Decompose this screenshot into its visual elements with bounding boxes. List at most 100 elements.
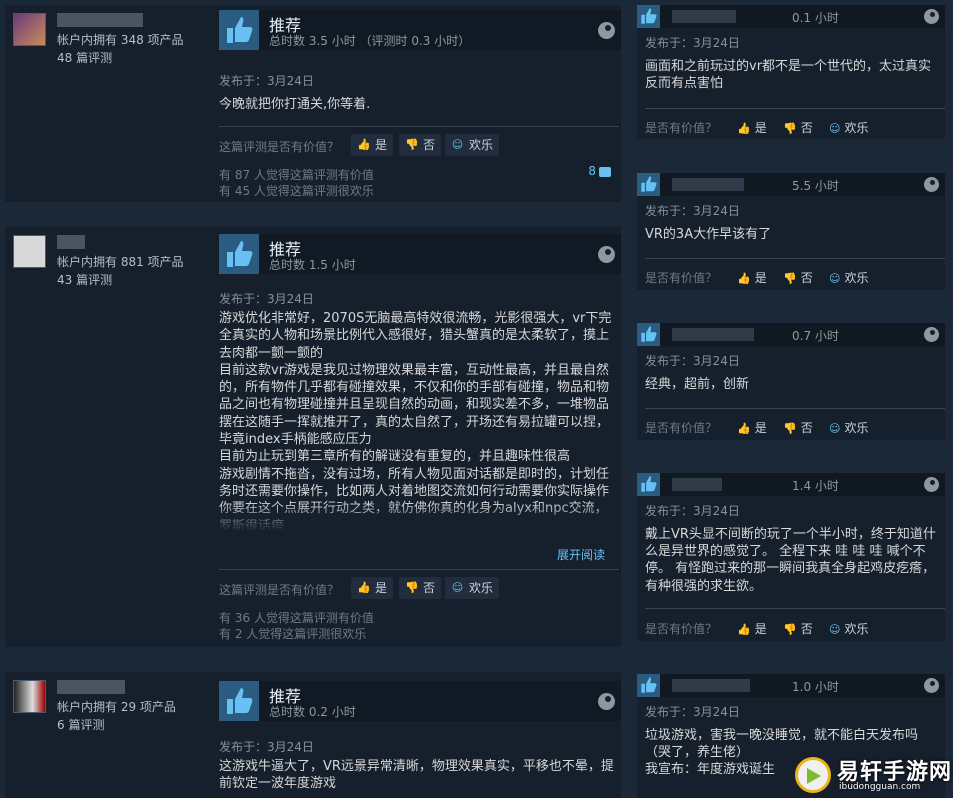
avatar[interactable] (13, 235, 46, 268)
review-count[interactable]: 43 篇评测 (57, 271, 112, 288)
steam-icon (924, 177, 939, 192)
username-redacted[interactable] (672, 679, 750, 692)
vote-no-button[interactable]: 👎 否 (783, 620, 813, 637)
avatar[interactable] (13, 13, 46, 46)
vote-funny-button[interactable]: ☺ 欢乐 (829, 119, 868, 136)
thumbs-down-icon: 👎 (783, 122, 797, 135)
read-more-link[interactable]: 展开阅读 (557, 546, 605, 563)
thumbs-up-icon (637, 473, 660, 496)
side-review-header: 1.4 小时 (637, 473, 945, 496)
review-text: VR的3A大作早该有了 (645, 227, 772, 242)
thumbs-up-icon (637, 323, 660, 346)
side-review-header: 0.1 小时 (637, 5, 945, 28)
posted-date: 发布于：3月24日 (645, 705, 740, 719)
playtime: 总时数 0.2 小时 (269, 705, 356, 719)
username-redacted[interactable] (672, 10, 736, 23)
avatar[interactable] (13, 680, 46, 713)
vote-funny-button[interactable]: ☺ 欢乐 (445, 134, 500, 156)
vote-no-button[interactable]: 👎 否 (399, 134, 442, 156)
posted-date: 发布于：3月24日 (645, 36, 740, 50)
vote-funny-button[interactable]: ☺ 欢乐 (829, 620, 868, 637)
review-text: 这游戏牛逼大了，VR远景异常清晰，物理效果真实，平移也不晕，提前钦定一波年度游戏 (219, 759, 614, 792)
vote-no-button[interactable]: 👎 否 (399, 577, 442, 599)
vote-no-button[interactable]: 👎 否 (783, 419, 813, 436)
helpful-count: 有 36 人觉得这篇评测有价值 (219, 611, 374, 625)
watermark-url: ibudongguan.com (839, 782, 921, 792)
thumbs-up-icon: 👍 (737, 623, 751, 636)
thumbs-down-icon: 👎 (405, 138, 419, 151)
vote-yes-button[interactable]: 👍 是 (351, 577, 394, 599)
thumbs-up-icon: 👍 (737, 422, 751, 435)
vote-yes-button[interactable]: 👍 是 (351, 134, 394, 156)
review-count[interactable]: 6 篇评测 (57, 716, 104, 733)
posted-date: 发布于：3月24日 (219, 292, 314, 306)
playtime: 0.1 小时 (792, 11, 839, 25)
thumbs-down-icon: 👎 (783, 272, 797, 285)
review-header: 推荐 总时数 3.5 小时 （评测时 0.3 小时） (219, 10, 621, 50)
products-owned[interactable]: 帐户内拥有 881 项产品 (57, 253, 184, 270)
comment-icon (599, 166, 611, 177)
vote-yes-button[interactable]: 👍 是 (737, 620, 767, 637)
helpful-question: 是否有价值？ (645, 271, 718, 285)
review-card: 帐户内拥有 881 项产品 43 篇评测 推荐 总时数 1.5 小时 发布于：3… (5, 227, 621, 647)
helpful-count: 有 87 人觉得这篇评测有价值 (219, 168, 374, 182)
thumbs-down-icon: 👎 (783, 623, 797, 636)
steam-icon (924, 678, 939, 693)
thumbs-up-icon (219, 234, 259, 274)
side-review-card: 0.7 小时 发布于：3月24日 经典，超前，创新 是否有价值？ 👍 是 👎 否 ☺… (637, 323, 945, 440)
thumbs-up-icon: 👍 (737, 122, 751, 135)
playtime: 总时数 1.5 小时 (269, 258, 356, 272)
username-redacted[interactable] (672, 328, 754, 341)
vote-yes-button[interactable]: 👍 是 (737, 269, 767, 286)
steam-icon (924, 477, 939, 492)
smiley-icon: ☺ (829, 122, 841, 135)
side-review-card: 1.4 小时 发布于：3月24日 戴上VR头显不间断的玩了一个半小时，终于知道什… (637, 473, 945, 641)
playtime: 5.5 小时 (792, 179, 839, 193)
steam-icon (924, 9, 939, 24)
review-text: 游戏优化非常好，2070S无脑最高特效很流畅，光影很强大，vr下完全真实的人物和… (219, 311, 612, 530)
divider (645, 608, 945, 609)
playtime: 1.4 小时 (792, 479, 839, 493)
products-owned[interactable]: 帐户内拥有 29 项产品 (57, 698, 176, 715)
vote-funny-button[interactable]: ☺ 欢乐 (829, 269, 868, 286)
posted-date: 发布于：3月24日 (645, 204, 740, 218)
review-text: 经典，超前，创新 (645, 377, 750, 392)
divider (219, 569, 619, 570)
comment-count[interactable]: 8 (588, 164, 611, 178)
username-redacted[interactable] (57, 680, 125, 694)
username-redacted[interactable] (672, 178, 744, 191)
vote-yes-button[interactable]: 👍 是 (737, 419, 767, 436)
products-owned[interactable]: 帐户内拥有 348 项产品 (57, 31, 184, 48)
steam-icon (598, 22, 615, 39)
vote-no-button[interactable]: 👎 否 (783, 119, 813, 136)
review-count[interactable]: 48 篇评测 (57, 49, 112, 66)
thumbs-down-icon: 👎 (783, 422, 797, 435)
side-review-card: 0.1 小时 发布于：3月24日 画面和之前玩过的vr都不是一个世代的，太过真实… (637, 5, 945, 139)
thumbs-up-icon (219, 10, 259, 50)
vote-funny-button[interactable]: ☺ 欢乐 (829, 419, 868, 436)
helpful-question: 是否有价值？ (645, 622, 718, 636)
steam-icon (924, 327, 939, 342)
thumbs-up-icon: 👍 (737, 272, 751, 285)
thumbs-up-icon: 👍 (357, 138, 371, 151)
vote-yes-button[interactable]: 👍 是 (737, 119, 767, 136)
username-redacted[interactable] (57, 13, 143, 27)
vote-funny-button[interactable]: ☺ 欢乐 (445, 577, 500, 599)
username-redacted[interactable] (57, 235, 85, 249)
side-review-header: 5.5 小时 (637, 173, 945, 196)
divider (645, 108, 945, 109)
helpful-question: 这篇评测是否有价值？ (219, 583, 340, 597)
review-text: 今晚就把你打通关,你等着. (219, 97, 371, 112)
side-review-header: 1.0 小时 (637, 674, 945, 697)
smiley-icon: ☺ (451, 581, 464, 594)
username-redacted[interactable] (672, 478, 722, 491)
vote-no-button[interactable]: 👎 否 (783, 269, 813, 286)
steam-icon (598, 246, 615, 263)
side-review-card: 5.5 小时 发布于：3月24日 VR的3A大作早该有了 是否有价值？ 👍 是 👎… (637, 173, 945, 290)
posted-date: 发布于：3月24日 (219, 740, 314, 754)
side-review-header: 0.7 小时 (637, 323, 945, 346)
divider (219, 126, 619, 127)
posted-date: 发布于：3月24日 (219, 74, 314, 88)
review-card: 帐户内拥有 348 项产品 48 篇评测 推荐 总时数 3.5 小时 （评测时 … (5, 5, 621, 202)
review-text: 戴上VR头显不间断的玩了一个半小时，终于知道什么是异世界的感觉了。 全程下来 哇… (645, 527, 936, 594)
